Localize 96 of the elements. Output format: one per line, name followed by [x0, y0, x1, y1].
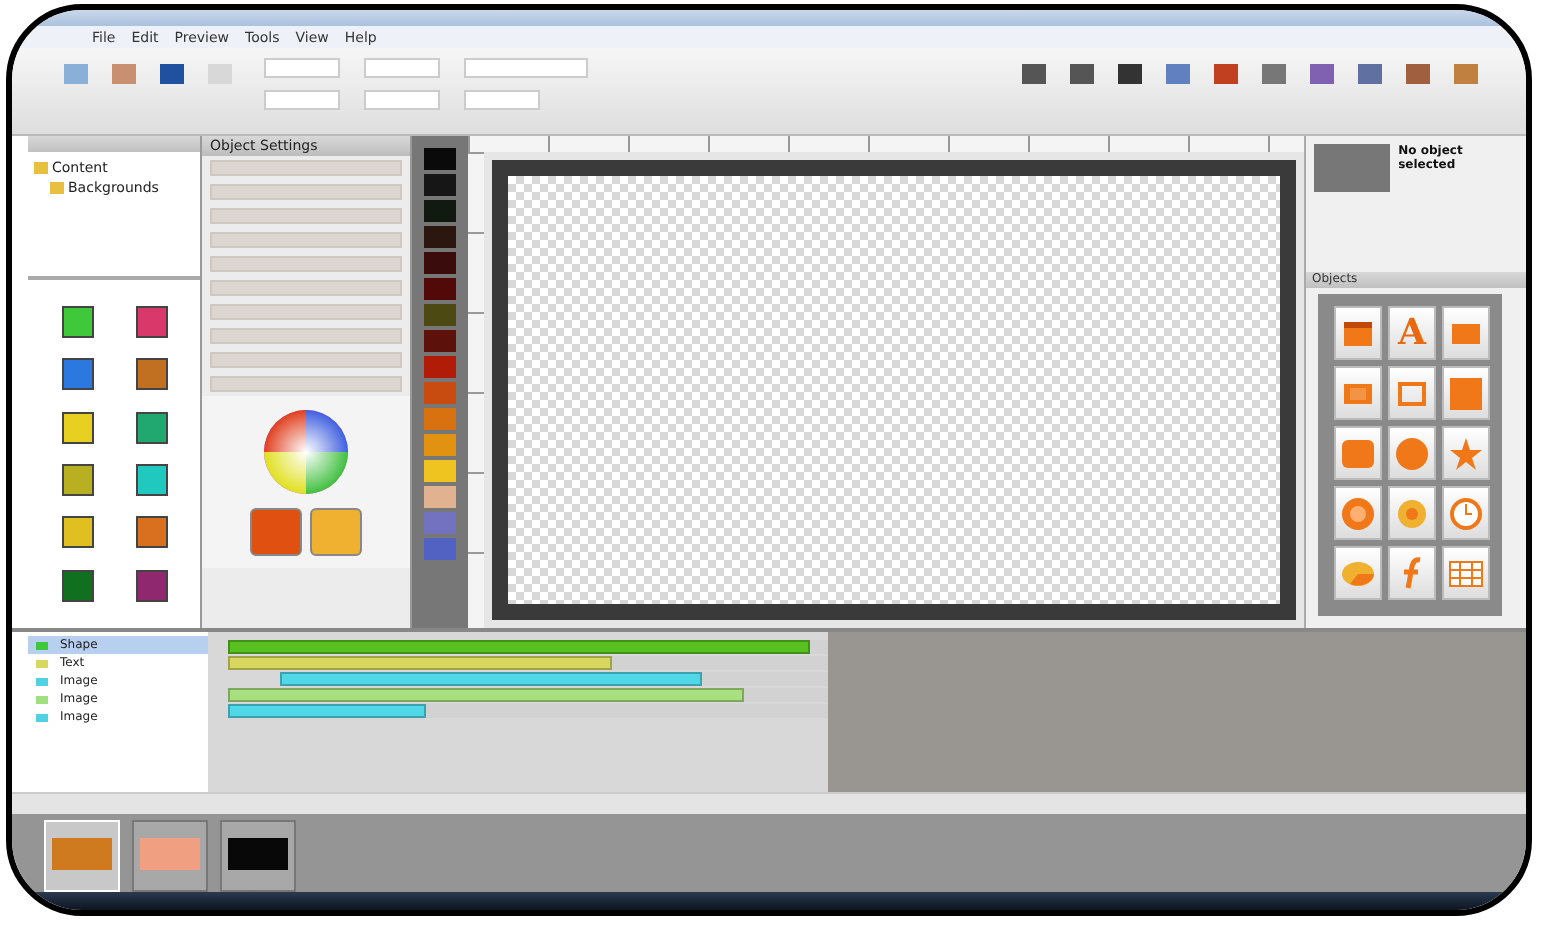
- accordion-row[interactable]: [210, 376, 402, 392]
- current-color-swatch[interactable]: [310, 508, 362, 556]
- clapperboard-icon: [1342, 319, 1374, 347]
- toolbar-icon: [1452, 62, 1480, 86]
- color-swatch[interactable]: [424, 408, 456, 430]
- object-button[interactable]: [1334, 486, 1382, 540]
- color-swatch[interactable]: [424, 278, 456, 300]
- pictures-icon: [1342, 381, 1374, 405]
- object-button[interactable]: [1442, 306, 1490, 360]
- timeline-bar[interactable]: [280, 672, 702, 686]
- background-thumbnail[interactable]: [135, 516, 167, 549]
- object-button[interactable]: [1334, 366, 1382, 420]
- toolbar-icon: [1068, 62, 1096, 86]
- color-swatch[interactable]: [424, 226, 456, 248]
- frame-icon: [1396, 381, 1428, 405]
- scene-thumbnail[interactable]: [220, 820, 296, 892]
- object-button[interactable]: [1442, 426, 1490, 480]
- background-thumbnail[interactable]: [61, 358, 93, 391]
- accordion-row[interactable]: [210, 160, 402, 176]
- text-glyph: A: [1398, 312, 1426, 354]
- round-button-icon: [1340, 495, 1376, 531]
- accordion-row[interactable]: [210, 256, 402, 272]
- toolbar-icon: [1020, 62, 1048, 86]
- table-icon: [1448, 559, 1484, 587]
- object-button[interactable]: [1334, 426, 1382, 480]
- clock-icon: [1448, 495, 1484, 531]
- accordion-row[interactable]: [210, 280, 402, 296]
- color-swatch[interactable]: [424, 512, 456, 534]
- object-button[interactable]: [1388, 546, 1436, 600]
- toolbar-icon: [62, 62, 90, 86]
- background-thumbnail[interactable]: [61, 411, 93, 444]
- object-button[interactable]: [1442, 486, 1490, 540]
- color-wheel-icon: [262, 408, 350, 496]
- toolbar-icon: [1404, 62, 1432, 86]
- input-field[interactable]: [264, 90, 340, 110]
- object-button[interactable]: [1388, 486, 1436, 540]
- accordion-row[interactable]: [210, 184, 402, 200]
- background-thumbnail[interactable]: [135, 306, 167, 339]
- current-color-swatch[interactable]: [250, 508, 302, 556]
- picture-icon: [1450, 321, 1482, 345]
- background-thumbnail[interactable]: [61, 464, 93, 497]
- input-field[interactable]: [364, 90, 440, 110]
- object-button[interactable]: [1334, 306, 1382, 360]
- pie-icon: [1340, 557, 1376, 589]
- accordion-row[interactable]: [210, 304, 402, 320]
- timeline-bar[interactable]: [228, 656, 612, 670]
- color-swatch[interactable]: [424, 330, 456, 352]
- color-swatch[interactable]: [424, 460, 456, 482]
- color-swatch[interactable]: [424, 304, 456, 326]
- accordion-row[interactable]: [210, 328, 402, 344]
- object-button[interactable]: [1442, 366, 1490, 420]
- preview-thumbnail: [1314, 144, 1391, 192]
- toolbar-icon: [110, 62, 138, 86]
- color-swatch[interactable]: [424, 148, 456, 170]
- color-swatch[interactable]: [424, 486, 456, 508]
- object-button[interactable]: [1442, 546, 1490, 600]
- checkerboard-canvas[interactable]: [492, 160, 1296, 620]
- timeline-bar[interactable]: [228, 704, 426, 718]
- rounded-square-icon: [1340, 437, 1376, 469]
- accordion-row[interactable]: [210, 208, 402, 224]
- star-icon: [1448, 435, 1484, 471]
- color-swatch[interactable]: [424, 200, 456, 222]
- background-thumbnail[interactable]: [135, 569, 167, 602]
- script-f-icon: [1398, 555, 1426, 591]
- toolbar-icon: [1116, 62, 1144, 86]
- toolbar-icon: [1356, 62, 1384, 86]
- color-swatch[interactable]: [424, 174, 456, 196]
- background-thumbnail[interactable]: [61, 306, 93, 339]
- color-swatch[interactable]: [424, 356, 456, 378]
- object-button[interactable]: [1334, 546, 1382, 600]
- accordion-row[interactable]: [210, 232, 402, 248]
- toolbar-icon: [1308, 62, 1336, 86]
- scene-thumbnail[interactable]: [132, 820, 208, 892]
- input-field[interactable]: [464, 90, 540, 110]
- toolbar-icon: [1260, 62, 1288, 86]
- color-swatch[interactable]: [424, 382, 456, 404]
- color-swatch[interactable]: [424, 252, 456, 274]
- input-field[interactable]: [464, 58, 588, 78]
- accordion-row[interactable]: [210, 352, 402, 368]
- square-icon: [1448, 375, 1484, 411]
- input-field[interactable]: [264, 58, 340, 78]
- toolbar-icon: [158, 62, 186, 86]
- toolbar-icon: [1164, 62, 1192, 86]
- object-button[interactable]: [1388, 426, 1436, 480]
- toolbar-icon: [1212, 62, 1240, 86]
- color-swatch[interactable]: [424, 434, 456, 456]
- color-swatch[interactable]: [424, 538, 456, 560]
- background-thumbnail[interactable]: [135, 464, 167, 497]
- object-button[interactable]: [1388, 366, 1436, 420]
- circle-icon: [1394, 435, 1430, 471]
- background-thumbnail[interactable]: [61, 516, 93, 549]
- background-thumbnail[interactable]: [135, 358, 167, 391]
- toolbar-icon: [206, 62, 234, 86]
- background-thumbnail[interactable]: [135, 411, 167, 444]
- background-thumbnail[interactable]: [61, 569, 93, 602]
- input-field[interactable]: [364, 58, 440, 78]
